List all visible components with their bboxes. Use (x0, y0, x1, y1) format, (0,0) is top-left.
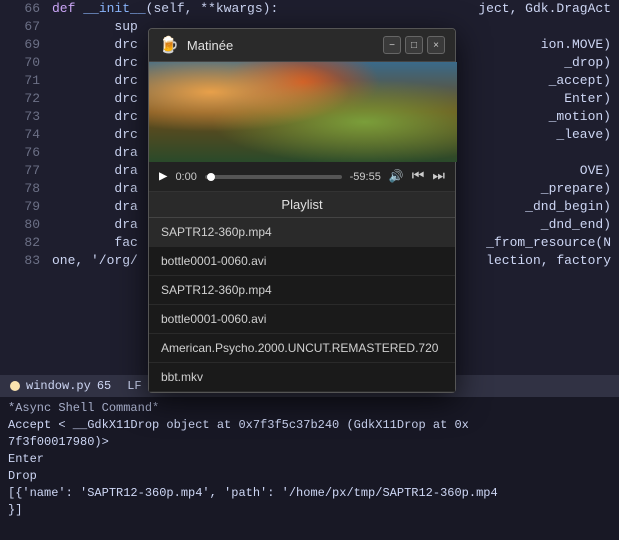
terminal-title: *Async Shell Command* (8, 401, 611, 415)
playlist-item-4[interactable]: American.Psycho.2000.UNCUT.REMASTERED.72… (149, 334, 455, 363)
media-player[interactable]: 🍺 Matinée − □ × ▶ 0:00 -59:55 🔊 ⏮ ⏭ (148, 28, 456, 393)
playlist-item-5[interactable]: bbt.mkv (149, 363, 455, 392)
maximize-button[interactable]: □ (405, 36, 423, 54)
terminal-line-5: [{'name': 'SAPTR12-360p.mp4', 'path': '/… (8, 485, 611, 502)
close-button[interactable]: × (427, 36, 445, 54)
playlist-item-1[interactable]: bottle0001-0060.avi (149, 247, 455, 276)
playlist-item-2[interactable]: SAPTR12-360p.mp4 (149, 276, 455, 305)
playlist-header: Playlist (149, 192, 455, 218)
status-dot (10, 381, 20, 391)
play-button[interactable]: ▶ (159, 168, 167, 185)
video-area (149, 62, 457, 162)
code-line-66: 66 def __init__(self, **kwargs): ject, G… (0, 0, 619, 18)
video-thumbnail (149, 62, 457, 162)
terminal-line-2: 7f3f00017980)> (8, 434, 611, 451)
status-line: 65 (97, 379, 111, 393)
player-titlebar: 🍺 Matinée − □ × (149, 29, 455, 62)
playlist-item-0[interactable]: SAPTR12-360p.mp4 (149, 218, 455, 247)
progress-bar[interactable] (205, 175, 342, 179)
skip-forward-button[interactable]: ⏭ (432, 169, 445, 185)
skip-back-button[interactable]: ⏮ (412, 169, 425, 185)
time-current: 0:00 (175, 171, 196, 183)
playlist-item-3[interactable]: bottle0001-0060.avi (149, 305, 455, 334)
playback-controls: ▶ 0:00 -59:55 🔊 ⏮ ⏭ (149, 162, 455, 192)
progress-handle[interactable] (207, 173, 215, 181)
terminal: *Async Shell Command* Accept < __GdkX11D… (0, 397, 619, 540)
player-title: Matinée (187, 38, 233, 53)
status-file-info: window.py 65 (10, 379, 111, 393)
player-title-left: 🍺 Matinée (159, 35, 233, 55)
terminal-line-6: }] (8, 502, 611, 519)
terminal-line-3: Enter (8, 451, 611, 468)
time-remaining: -59:55 (350, 171, 381, 183)
volume-icon[interactable]: 🔊 (389, 169, 404, 184)
status-filename: window.py (26, 379, 91, 393)
player-window-controls: − □ × (383, 36, 445, 54)
playlist-items: SAPTR12-360p.mp4 bottle0001-0060.avi SAP… (149, 218, 455, 392)
terminal-line-1: Accept < __GdkX11Drop object at 0x7f3f5c… (8, 417, 611, 434)
minimize-button[interactable]: − (383, 36, 401, 54)
beer-icon: 🍺 (159, 35, 179, 55)
terminal-line-4: Drop (8, 468, 611, 485)
